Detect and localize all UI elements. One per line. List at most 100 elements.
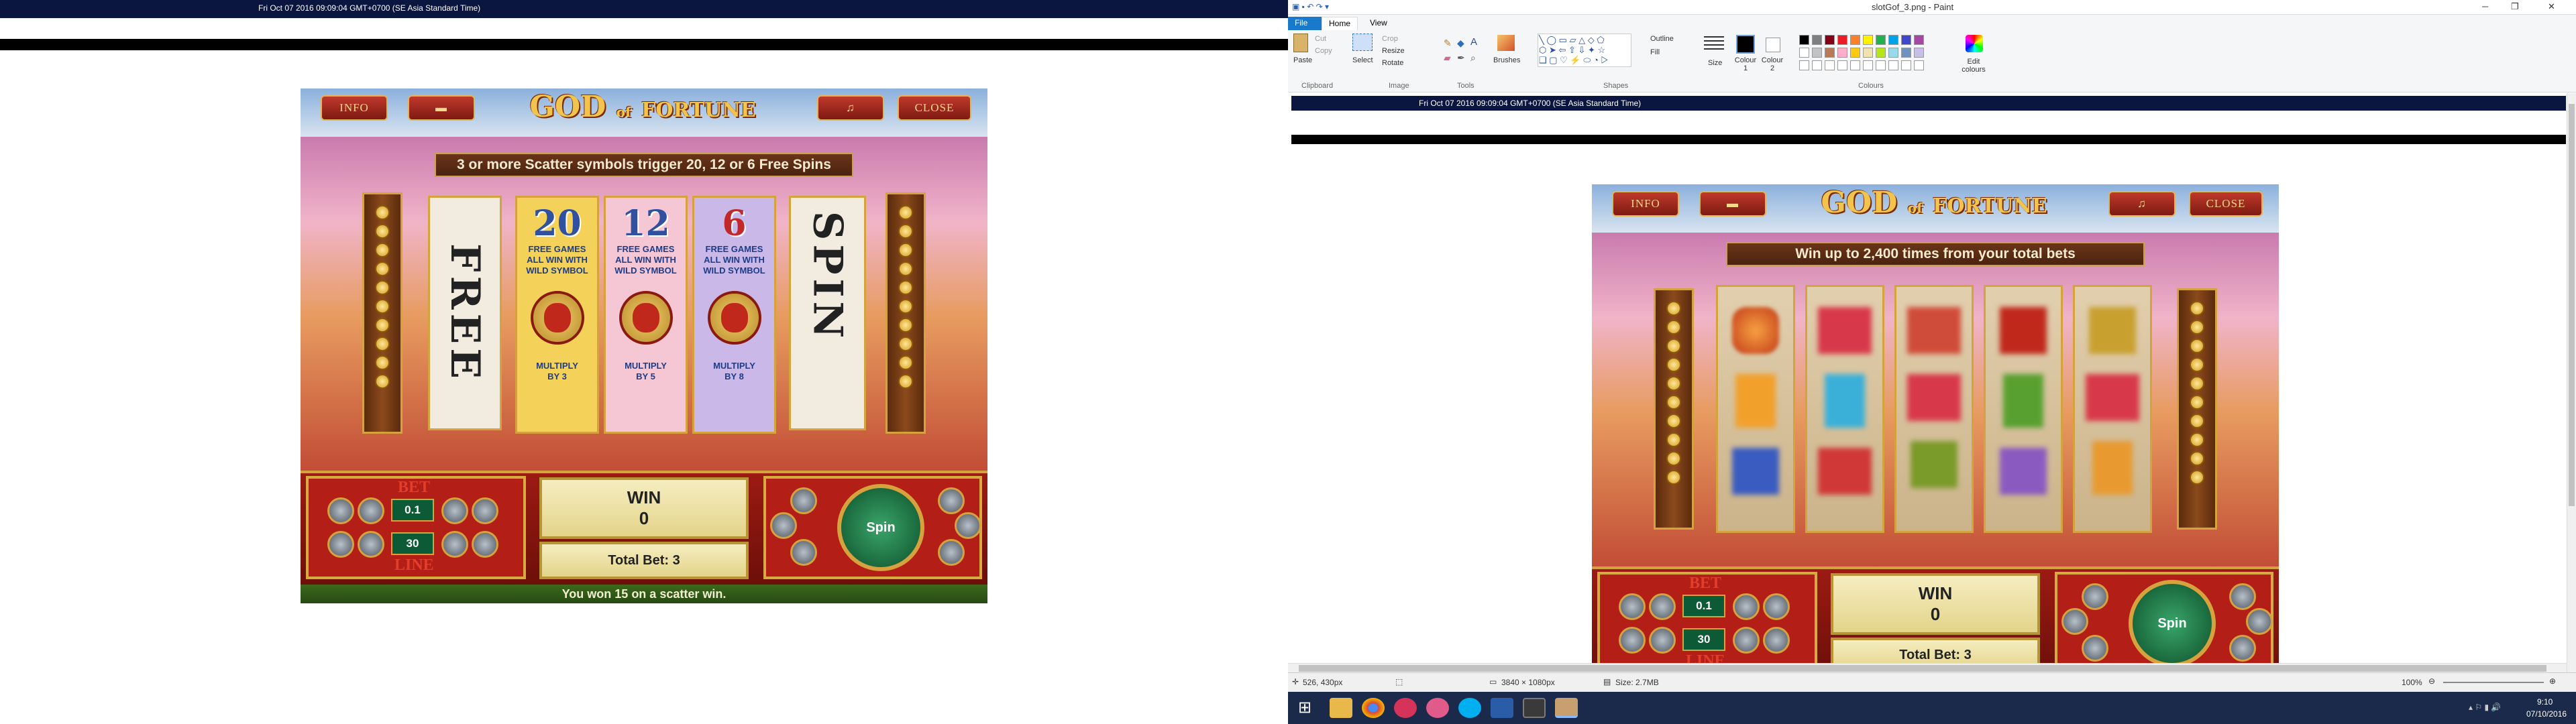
palette-swatch-empty[interactable] (1837, 60, 1847, 70)
cut-button[interactable]: Cut (1315, 35, 1326, 43)
palette-swatch-empty[interactable] (1825, 60, 1835, 70)
paste-button[interactable]: Paste (1293, 56, 1312, 64)
palette-swatch[interactable] (1888, 48, 1898, 58)
size-icon[interactable] (1704, 36, 1724, 52)
skype-icon[interactable] (1458, 698, 1481, 718)
tab-view[interactable]: View (1363, 17, 1394, 30)
info-button[interactable]: INFO (321, 95, 388, 121)
palette-swatch[interactable] (1863, 35, 1873, 45)
autoplay-button[interactable] (790, 487, 817, 514)
palette-swatch[interactable] (1901, 48, 1911, 58)
colour2-label[interactable]: Colour 2 (1760, 56, 1784, 72)
vertical-scrollbar[interactable] (2567, 93, 2576, 672)
palette-swatch[interactable] (1825, 35, 1835, 45)
palette-swatch-empty[interactable] (1799, 60, 1809, 70)
close-icon[interactable]: ✕ (2548, 1, 2555, 12)
shapes-gallery[interactable]: ╲ ◯ ▭ ▱ △ ◇ ⬠ ⬡ ➤ ⇦ ⇧ ⇩ ✦ ☆ ❑ ▢ ♡ ⚡ ⬭ ◔ ▷ (1538, 34, 1631, 67)
app-icon-red[interactable] (1394, 698, 1417, 718)
eraser-icon[interactable]: ▰ (1444, 52, 1451, 64)
spin-button[interactable]: Spin (837, 484, 924, 571)
gamble-button[interactable] (790, 539, 817, 566)
palette-swatch[interactable] (1837, 48, 1847, 58)
system-tray-icon[interactable]: ▴ ⚐ ▮ 🔊 (2469, 703, 2501, 712)
rotate-button[interactable]: Rotate (1382, 59, 1403, 67)
palette-swatch-empty[interactable] (1863, 60, 1873, 70)
size-button[interactable]: Size (1708, 59, 1722, 67)
palette-swatch[interactable] (1863, 48, 1873, 58)
palette-swatch-empty[interactable] (1876, 60, 1886, 70)
palette-swatch[interactable] (1812, 35, 1822, 45)
brushes-button[interactable]: Brushes (1493, 56, 1520, 64)
bet-decrease-button[interactable] (327, 497, 354, 524)
line-decrease-button[interactable] (327, 531, 354, 558)
app-icon-dark[interactable] (1523, 698, 1546, 718)
explorer-icon[interactable] (1330, 698, 1352, 718)
edit-colours-button[interactable]: Edit colours (1959, 58, 1988, 74)
palette-swatch[interactable] (1876, 48, 1886, 58)
picker-icon[interactable]: ✒ (1457, 52, 1465, 64)
palette-swatch[interactable] (1901, 35, 1911, 45)
pencil-icon[interactable]: ✎ (1444, 38, 1452, 49)
tab-file[interactable]: File (1288, 17, 1322, 30)
palette-swatch[interactable] (1914, 48, 1924, 58)
paint-canvas[interactable]: Fri Oct 07 2016 09:09:04 GMT+0700 (SE As… (1288, 93, 2567, 672)
palette-swatch[interactable] (1914, 35, 1924, 45)
paytable-button[interactable]: ▬ (408, 95, 475, 121)
bet-increase-button[interactable] (441, 497, 468, 524)
edit-colours-icon[interactable] (1966, 35, 1983, 52)
colour1-swatch[interactable] (1736, 35, 1755, 54)
zoom-in-icon[interactable]: ⊕ (2549, 676, 2556, 686)
turbo-button[interactable] (938, 539, 965, 566)
close-button[interactable]: CLOSE (898, 95, 971, 121)
zoom-out-icon[interactable]: ⊖ (2428, 676, 2435, 686)
paint-taskbar-icon[interactable] (1555, 698, 1578, 718)
line-decrease-fast-button[interactable] (358, 531, 384, 558)
text-icon[interactable]: A (1470, 36, 1477, 48)
palette-swatch[interactable] (1850, 35, 1860, 45)
palette-swatch-empty[interactable] (1850, 60, 1860, 70)
palette-swatch[interactable] (1825, 48, 1835, 58)
stop-button[interactable] (955, 512, 981, 539)
palette-swatch[interactable] (1799, 48, 1809, 58)
colour2-swatch[interactable] (1766, 38, 1780, 52)
fill-icon[interactable]: ◆ (1457, 38, 1464, 49)
select-icon[interactable] (1352, 34, 1373, 51)
palette-swatch[interactable] (1799, 35, 1809, 45)
app-icon-pink[interactable] (1426, 698, 1449, 718)
chrome-icon[interactable] (1362, 698, 1385, 718)
crop-button[interactable]: Crop (1382, 35, 1398, 43)
bet-increase-fast-button[interactable] (472, 497, 498, 524)
outline-button[interactable]: Outline (1650, 35, 1674, 43)
sound-button[interactable]: ♫ (817, 95, 884, 121)
line-increase-button[interactable] (441, 531, 468, 558)
palette-swatch-empty[interactable] (1888, 60, 1898, 70)
minimize-icon[interactable]: ─ (2482, 1, 2488, 11)
maxbet-button[interactable] (770, 512, 797, 539)
tab-home[interactable]: Home (1322, 17, 1358, 30)
app-icon-blue[interactable] (1491, 698, 1513, 718)
resize-button[interactable]: Resize (1382, 47, 1405, 55)
palette-swatch-empty[interactable] (1812, 60, 1822, 70)
start-icon[interactable]: ⊞ (1293, 698, 1316, 718)
copy-button[interactable]: Copy (1315, 47, 1332, 55)
palette-swatch[interactable] (1850, 48, 1860, 58)
line-increase-fast-button[interactable] (472, 531, 498, 558)
palette-swatch-empty[interactable] (1914, 60, 1924, 70)
brushes-icon[interactable] (1497, 35, 1515, 51)
palette-swatch[interactable] (1888, 35, 1898, 45)
select-button[interactable]: Select (1352, 56, 1373, 64)
speed-button[interactable] (938, 487, 965, 514)
paste-icon[interactable] (1293, 34, 1308, 52)
bet-decrease-fast-button[interactable] (358, 497, 384, 524)
colour1-label[interactable]: Colour 1 (1733, 56, 1758, 72)
quick-access-icon[interactable]: ▣ ▪ ↶ ↷ ▾ (1292, 2, 1332, 11)
palette-swatch[interactable] (1837, 35, 1847, 45)
palette-swatch[interactable] (1812, 48, 1822, 58)
zoom-slider[interactable] (2443, 682, 2544, 683)
horizontal-scrollbar[interactable] (1288, 663, 2567, 672)
magnifier-icon[interactable]: ⌕ (1470, 52, 1476, 64)
palette-swatch[interactable] (1876, 35, 1886, 45)
restore-icon[interactable]: ❐ (2511, 1, 2519, 12)
palette-swatch-empty[interactable] (1901, 60, 1911, 70)
fill-button[interactable]: Fill (1650, 48, 1660, 56)
